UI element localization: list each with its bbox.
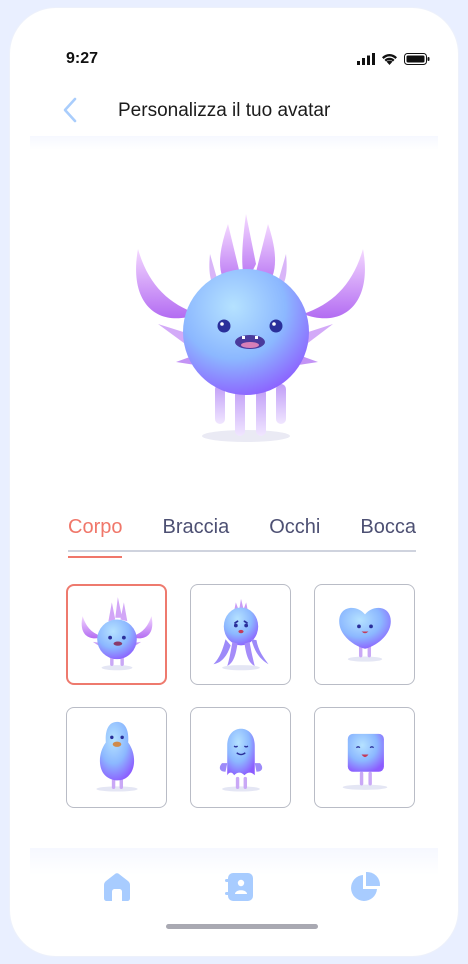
tab-bocca[interactable]: Bocca xyxy=(360,516,416,550)
status-icons xyxy=(357,53,430,65)
customization-tabs: Corpo Braccia Occhi Bocca xyxy=(68,516,416,558)
signal-icon xyxy=(357,53,375,65)
spiky-monster-icon xyxy=(81,596,152,670)
ghost-monster-icon xyxy=(219,728,262,792)
avatar-preview xyxy=(136,214,365,442)
body-option-ghost[interactable] xyxy=(190,707,291,808)
back-chevron-icon[interactable] xyxy=(58,93,82,127)
octopus-monster-icon xyxy=(212,598,269,670)
body-options-grid xyxy=(66,584,416,808)
wifi-icon xyxy=(382,54,397,65)
heart-monster-icon xyxy=(338,607,391,662)
body-option-bird[interactable] xyxy=(66,707,167,808)
body-option-heart[interactable] xyxy=(314,584,415,685)
page-title: Personalizza il tuo avatar xyxy=(118,100,331,121)
square-monster-icon xyxy=(342,733,387,790)
status-bar: 9:27 xyxy=(10,44,458,74)
page-header: Personalizza il tuo avatar xyxy=(10,86,458,136)
header-shadow xyxy=(30,136,438,150)
tab-corpo[interactable]: Corpo xyxy=(68,516,123,558)
home-indicator xyxy=(166,924,318,929)
body-option-spiky[interactable] xyxy=(66,584,167,685)
home-icon[interactable] xyxy=(100,870,134,904)
body-option-octopus[interactable] xyxy=(190,584,291,685)
phone-frame: 9:27 Personalizza il tuo avatar Corpo Br… xyxy=(10,8,458,956)
body-option-square[interactable] xyxy=(314,707,415,808)
status-time: 9:27 xyxy=(66,50,99,67)
contacts-book-icon[interactable] xyxy=(223,870,257,904)
pie-chart-icon[interactable] xyxy=(348,870,382,904)
battery-icon xyxy=(404,53,430,65)
tab-occhi[interactable]: Occhi xyxy=(269,516,320,550)
tab-braccia[interactable]: Braccia xyxy=(163,516,230,550)
bird-monster-icon xyxy=(95,721,138,792)
